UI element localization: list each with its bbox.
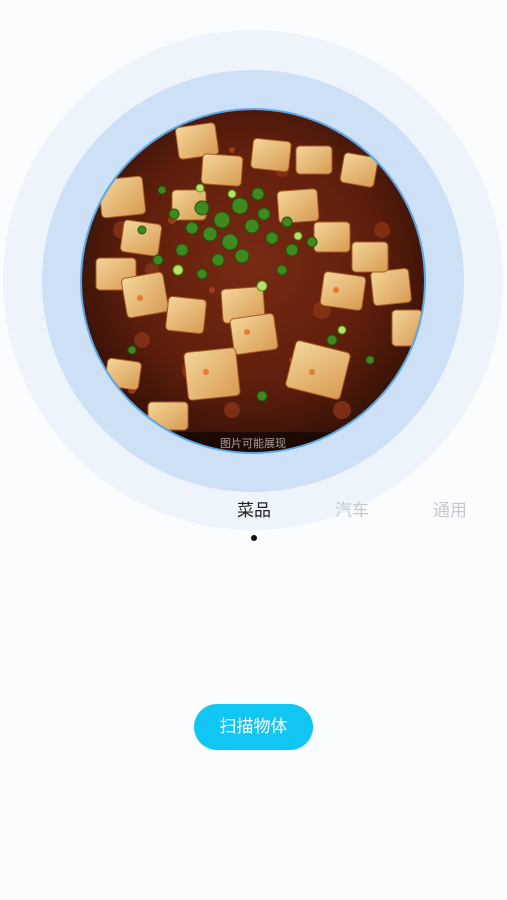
photo-watermark: 图片可能展现 [220,436,286,450]
scan-object-button[interactable]: 扫描物体 [194,704,313,750]
category-tabs: 菜品 汽车 通用 [0,498,507,528]
scanned-dish-photo: 图片可能展现 [82,110,424,452]
tab-dish[interactable]: 菜品 [224,498,284,524]
mapo-tofu-image: 图片可能展现 [82,110,424,452]
object-scan-screen: 图片可能展现 菜品 汽车 通用 扫描物体 [0,0,507,900]
active-tab-indicator [251,535,257,541]
tab-general[interactable]: 通用 [420,498,480,524]
tab-car[interactable]: 汽车 [322,498,382,524]
